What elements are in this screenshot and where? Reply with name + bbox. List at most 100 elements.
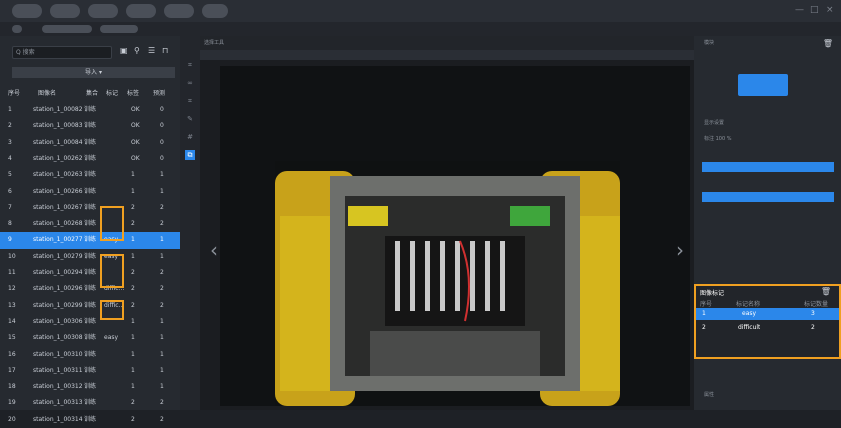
bottom-title: 属性 <box>704 392 715 398</box>
mark-count: 3 <box>811 310 815 317</box>
list-icon[interactable]: ☰ <box>148 46 157 56</box>
mark-count: 2 <box>811 324 815 331</box>
table-row[interactable]: 12 station_1_00296 训练 diffic... 2 2 <box>0 281 180 297</box>
table-row[interactable]: 17 station_1_00311 训练 1 1 <box>0 363 180 379</box>
table-cell-label: OK <box>131 122 140 130</box>
table-row[interactable]: 5 station_1_00263 训练 1 1 <box>0 167 180 183</box>
table-cell-name: station_1_00299 <box>33 301 83 309</box>
tool-icon[interactable]: ⌗ <box>185 60 195 70</box>
title-bar: — □ × <box>0 0 841 22</box>
table-row[interactable]: 10 station_1_00279 训练 easy 1 1 <box>0 249 180 265</box>
window-tab-pill[interactable] <box>88 4 118 18</box>
table-cell-pred: 1 <box>160 236 164 244</box>
table-row[interactable]: 9 station_1_00277 训练 easy 1 1 <box>0 232 180 249</box>
table-row[interactable]: 4 station_1_00262 训练 OK 0 <box>0 151 180 167</box>
table-cell-pred: 2 <box>160 220 164 228</box>
table-cell-pred: 1 <box>160 366 164 374</box>
image-canvas[interactable] <box>220 66 690 411</box>
search-input[interactable]: Q 搜索 <box>12 46 112 59</box>
column-header[interactable]: 序号 <box>700 299 712 308</box>
mark-row[interactable]: 1 easy 3 <box>696 308 839 320</box>
table-row[interactable]: 15 station_1_00308 训练 easy 1 1 <box>0 330 180 346</box>
table-cell-set: 训练 <box>84 415 97 423</box>
table-row[interactable]: 1 station_1_00082 训练 OK 0 <box>0 102 180 118</box>
window-tab-pill[interactable] <box>164 4 194 18</box>
close-icon[interactable]: × <box>826 5 834 15</box>
brush-icon[interactable]: ✎ <box>185 114 195 124</box>
column-header[interactable]: 标签 <box>127 88 139 97</box>
folder-icon[interactable]: ⊓ <box>162 46 171 56</box>
table-row[interactable]: 2 station_1_00083 训练 OK 0 <box>0 118 180 134</box>
column-header[interactable]: 集合 <box>86 88 98 97</box>
table-cell-idx: 20 <box>8 415 16 423</box>
menu-pill[interactable] <box>42 25 92 33</box>
table-cell-idx: 3 <box>8 138 12 146</box>
table-row[interactable]: 16 station_1_00310 训练 1 1 <box>0 347 180 363</box>
table-cell-name: station_1_00308 <box>33 334 83 342</box>
table-cell-idx: 13 <box>8 301 16 309</box>
table-row[interactable]: 19 station_1_00313 训练 2 2 <box>0 395 180 411</box>
column-header[interactable]: 预测 <box>153 88 165 97</box>
table-cell-pred: 1 <box>160 187 164 195</box>
selected-item[interactable] <box>702 192 834 202</box>
import-button[interactable]: 导入 ▾ <box>12 67 175 78</box>
table-row[interactable]: 6 station_1_00266 训练 1 1 <box>0 184 180 200</box>
table-cell-label: 2 <box>131 415 135 423</box>
table-cell-name: station_1_00083 <box>33 122 83 130</box>
image-list-panel: Q 搜索 ▣ ⚲ ☰ ⊓ 导入 ▾ 序号 图像名 集合 标记 标签 预测 1 st… <box>0 36 180 423</box>
next-image-arrow[interactable]: › <box>670 236 690 264</box>
window-tab-pill[interactable] <box>50 4 80 18</box>
window-tab-pill[interactable] <box>202 4 228 18</box>
mark-row[interactable]: 2 difficult 2 <box>696 322 839 334</box>
table-cell-idx: 2 <box>8 122 12 130</box>
table-cell-idx: 9 <box>8 236 12 244</box>
window-tab-pill[interactable] <box>126 4 156 18</box>
module-node[interactable] <box>738 74 788 96</box>
window-tab-pill[interactable] <box>12 4 42 18</box>
table-cell-set: 训练 <box>84 187 97 195</box>
tool-icon[interactable]: ⌗ <box>185 96 195 106</box>
table-cell-label: OK <box>131 138 140 146</box>
table-cell-name: station_1_00277 <box>33 236 83 244</box>
menu-bar <box>0 22 841 36</box>
column-header[interactable]: 图像名 <box>38 88 56 97</box>
table-row[interactable]: 13 station_1_00299 训练 diffic... 2 2 <box>0 298 180 314</box>
table-cell-name: station_1_00267 <box>33 203 83 211</box>
menu-pill[interactable] <box>12 25 22 33</box>
grid-icon[interactable]: # <box>185 132 195 142</box>
table-row[interactable]: 7 station_1_00267 训练 2 2 <box>0 200 180 216</box>
column-header[interactable]: 标记 <box>106 88 118 97</box>
table-cell-label: 1 <box>131 366 135 374</box>
table-cell-label: 1 <box>131 383 135 391</box>
table-row[interactable]: 20 station_1_00314 训练 2 2 <box>0 412 180 428</box>
table-cell-set: 训练 <box>84 269 97 276</box>
minimize-icon[interactable]: — <box>795 5 804 15</box>
column-header[interactable]: 标记数量 <box>804 299 828 308</box>
maximize-icon[interactable]: □ <box>810 5 819 15</box>
prev-image-arrow[interactable]: ‹ <box>204 236 224 264</box>
active-tool-icon[interactable]: ⧉ <box>185 150 195 160</box>
column-header[interactable]: 标记名称 <box>736 299 760 308</box>
table-cell-name: station_1_00084 <box>33 138 83 146</box>
table-cell-name: station_1_00296 <box>33 285 83 293</box>
table-row[interactable]: 8 station_1_00268 训练 2 2 <box>0 216 180 232</box>
table-cell-set: 训练 <box>84 334 97 342</box>
link-icon[interactable]: ∞ <box>185 78 195 88</box>
table-row[interactable]: 18 station_1_00312 训练 1 1 <box>0 379 180 395</box>
table-cell-label: 2 <box>131 269 135 276</box>
table-cell-label: 1 <box>131 350 135 358</box>
table-row[interactable]: 14 station_1_00306 训练 1 1 <box>0 314 180 330</box>
table-cell-label: 2 <box>131 399 135 407</box>
tab-bar[interactable] <box>702 162 834 172</box>
image-icon[interactable]: ▣ <box>120 46 129 56</box>
table-cell-idx: 12 <box>8 285 16 293</box>
table-cell-set: 训练 <box>84 301 97 309</box>
table-cell-pred: 2 <box>160 269 164 276</box>
delete-icon[interactable]: 🗑 <box>821 287 831 296</box>
table-row[interactable]: 3 station_1_00084 训练 OK 0 <box>0 135 180 151</box>
filter-icon[interactable]: ⚲ <box>134 46 143 56</box>
table-row[interactable]: 11 station_1_00294 训练 2 2 <box>0 265 180 281</box>
delete-icon[interactable]: 🗑 <box>823 39 833 48</box>
menu-pill[interactable] <box>100 25 138 33</box>
column-header[interactable]: 序号 <box>8 88 20 97</box>
